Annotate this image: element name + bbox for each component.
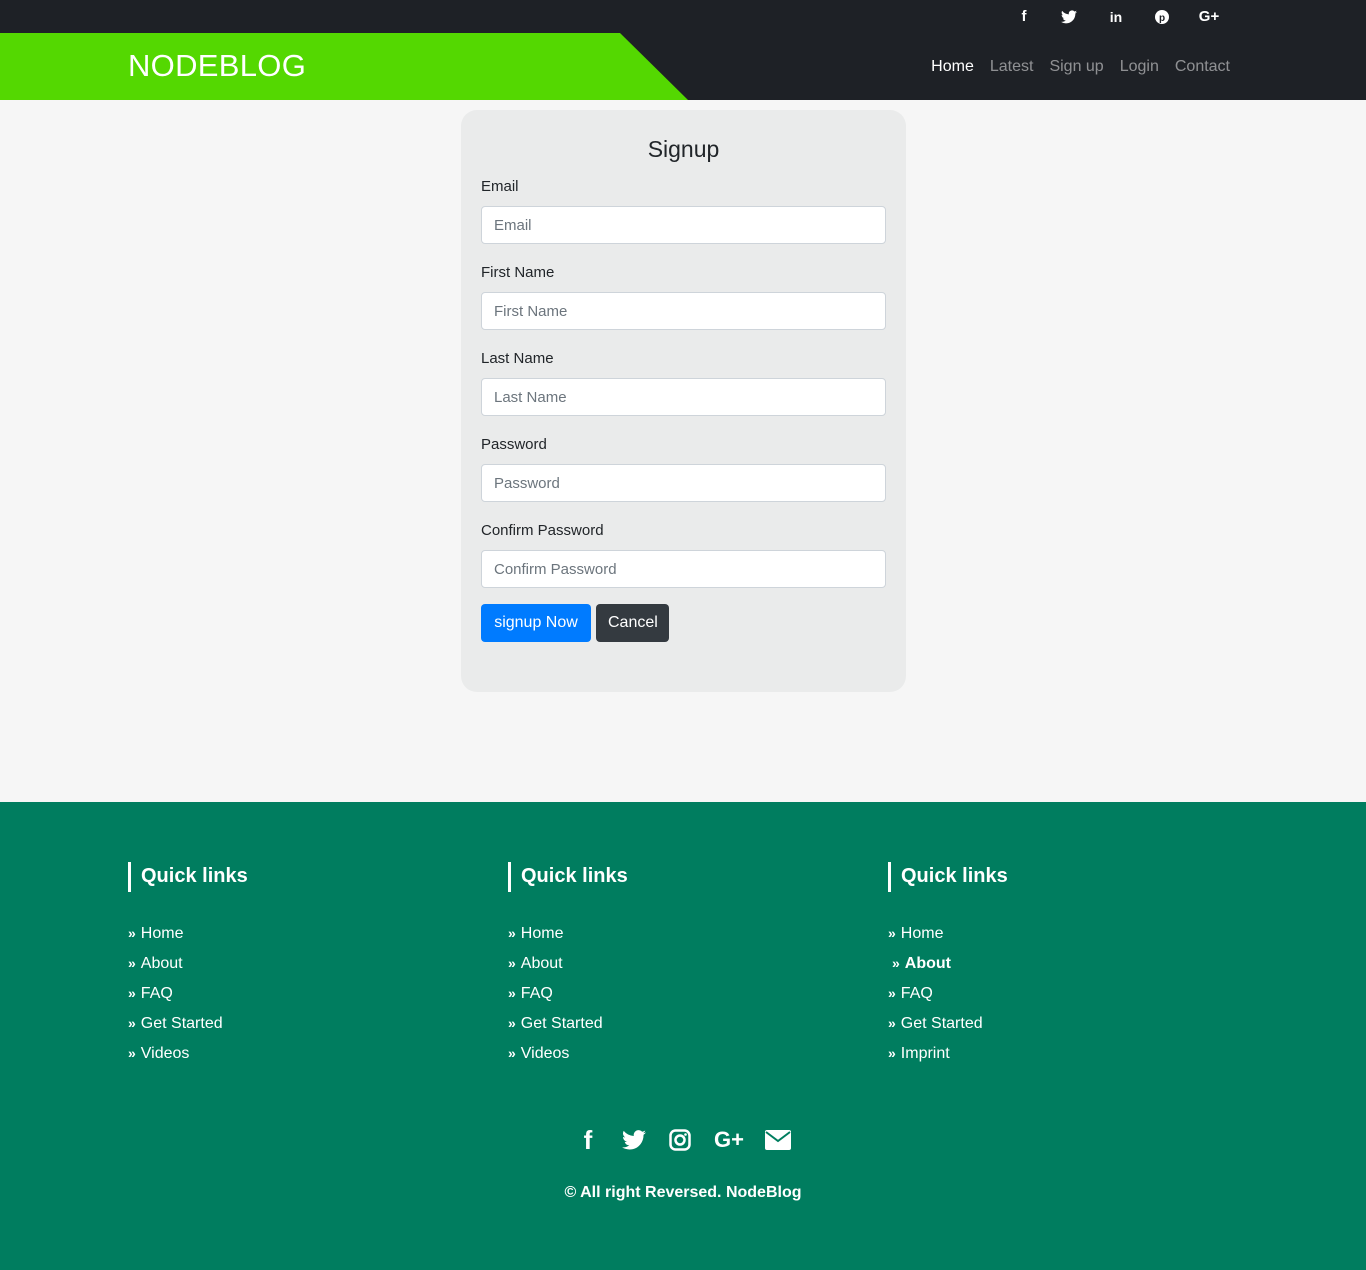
footer-link-videos[interactable]: » Videos <box>508 1038 808 1068</box>
footer-link-home[interactable]: » Home <box>888 918 1188 948</box>
footer-column-2: Quick links » Home » About » FAQ » Get Start… <box>508 862 808 1068</box>
chevron-right-icon: » <box>128 1015 136 1031</box>
email-field[interactable] <box>481 206 886 244</box>
chevron-right-icon: » <box>888 1015 896 1031</box>
footer-link-faq[interactable]: » FAQ <box>128 978 428 1008</box>
last-name-label: Last Name <box>481 350 554 367</box>
brand-background <box>0 33 688 100</box>
email-label: Email <box>481 178 519 195</box>
footer-link-get-started[interactable]: » Get Started <box>128 1008 428 1038</box>
footer-link-label: Imprint <box>900 1045 950 1062</box>
nav-link-login[interactable]: Login <box>1120 58 1159 76</box>
footer-column-title: Quick links <box>128 862 428 892</box>
footer-link-imprint[interactable]: » Imprint <box>888 1038 1188 1068</box>
chevron-right-icon: » <box>508 1045 516 1061</box>
footer-link-label: Get Started <box>140 1015 223 1032</box>
chevron-right-icon: » <box>508 1015 516 1031</box>
password-field[interactable] <box>481 464 886 502</box>
last-name-field[interactable] <box>481 378 886 416</box>
confirm-password-label: Confirm Password <box>481 522 604 539</box>
footer-link-videos[interactable]: » Videos <box>128 1038 428 1068</box>
confirm-password-field[interactable] <box>481 550 886 588</box>
chevron-right-icon: » <box>128 955 136 971</box>
copyright-text: © All right Reversed. NodeBlog <box>564 1184 802 1201</box>
footer-link-faq[interactable]: » FAQ <box>508 978 808 1008</box>
footer-link-label: Videos <box>520 1045 570 1062</box>
footer-column-3: Quick links » Home » About » FAQ » Get Start… <box>888 862 1188 1068</box>
footer-link-get-started[interactable]: » Get Started <box>888 1008 1188 1038</box>
footer-link-home[interactable]: » Home <box>508 918 808 948</box>
footer-column-title: Quick links <box>888 862 1188 892</box>
footer-link-label: About <box>904 955 951 972</box>
chevron-right-icon: » <box>888 1045 896 1061</box>
password-label: Password <box>481 436 547 453</box>
footer-column-1: Quick links » Home » About » FAQ » Get Start… <box>128 862 428 1068</box>
footer-link-label: FAQ <box>140 985 173 1002</box>
nav-link-home[interactable]: Home <box>931 58 974 76</box>
footer-social-icons: f G+ <box>0 1124 1366 1156</box>
top-social-bar: f in p G+ <box>0 0 1366 33</box>
footer-column-title: Quick links <box>508 862 808 892</box>
first-name-label: First Name <box>481 264 555 281</box>
form-title: Signup <box>647 136 720 162</box>
svg-text:p: p <box>1159 13 1165 24</box>
chevron-right-icon: » <box>888 925 896 941</box>
footer-link-label: Home <box>520 925 564 942</box>
footer-link-label: Home <box>140 925 184 942</box>
footer-link-about[interactable]: » About <box>508 948 808 978</box>
footer-link-label: About <box>140 955 183 972</box>
chevron-right-icon: » <box>888 985 896 1001</box>
footer-link-get-started[interactable]: » Get Started <box>508 1008 808 1038</box>
footer-link-about[interactable]: » About <box>128 948 428 978</box>
instagram-icon[interactable] <box>664 1124 696 1156</box>
chevron-right-icon: » <box>128 1045 136 1061</box>
chevron-right-icon: » <box>128 925 136 941</box>
footer-link-label: Get Started <box>520 1015 603 1032</box>
chevron-right-icon: » <box>508 955 516 971</box>
footer-link-home[interactable]: » Home <box>128 918 428 948</box>
footer-link-label: Videos <box>140 1045 190 1062</box>
nav-link-signup[interactable]: Sign up <box>1049 58 1103 76</box>
footer-link-list: » Home » About » FAQ » Get Started » Videos <box>508 918 808 1068</box>
footer-link-label: Home <box>900 925 944 942</box>
google-plus-icon[interactable]: G+ <box>1194 0 1224 33</box>
twitter-icon[interactable] <box>1054 0 1084 33</box>
footer-link-list: » Home » About » FAQ » Get Started » Imprint <box>888 918 1188 1068</box>
footer-link-label: Get Started <box>900 1015 983 1032</box>
brand-logo[interactable]: NODEBLOG <box>128 48 306 84</box>
main-navbar: NODEBLOG Home Latest Sign up Login Conta… <box>0 33 1366 100</box>
footer-link-label: About <box>520 955 563 972</box>
chevron-right-icon: » <box>128 985 136 1001</box>
facebook-icon[interactable]: f <box>1009 0 1039 33</box>
signup-card: Signup Email First Name Last Name Passwo… <box>461 110 906 692</box>
chevron-right-icon: » <box>508 925 516 941</box>
nav-link-contact[interactable]: Contact <box>1175 58 1230 76</box>
site-footer: Quick links » Home » About » FAQ » Get Start… <box>0 802 1366 1270</box>
nav-link-latest[interactable]: Latest <box>990 58 1034 76</box>
footer-link-label: FAQ <box>520 985 553 1002</box>
linkedin-icon[interactable]: in <box>1101 0 1131 33</box>
footer-link-faq[interactable]: » FAQ <box>888 978 1188 1008</box>
envelope-icon[interactable] <box>762 1124 794 1156</box>
cancel-button[interactable]: Cancel <box>596 604 669 642</box>
first-name-field[interactable] <box>481 292 886 330</box>
facebook-icon[interactable]: f <box>572 1124 604 1156</box>
nav-links: Home Latest Sign up Login Contact <box>931 33 1230 100</box>
footer-link-list: » Home » About » FAQ » Get Started » Videos <box>128 918 428 1068</box>
chevron-right-icon: » <box>892 955 900 971</box>
google-plus-icon[interactable]: G+ <box>710 1124 748 1156</box>
chevron-right-icon: » <box>508 985 516 1001</box>
signup-now-button[interactable]: signup Now <box>481 604 591 642</box>
twitter-icon[interactable] <box>618 1124 650 1156</box>
footer-link-about[interactable]: » About <box>888 948 1188 978</box>
footer-link-label: FAQ <box>900 985 933 1002</box>
pinterest-icon[interactable]: p <box>1147 0 1177 33</box>
